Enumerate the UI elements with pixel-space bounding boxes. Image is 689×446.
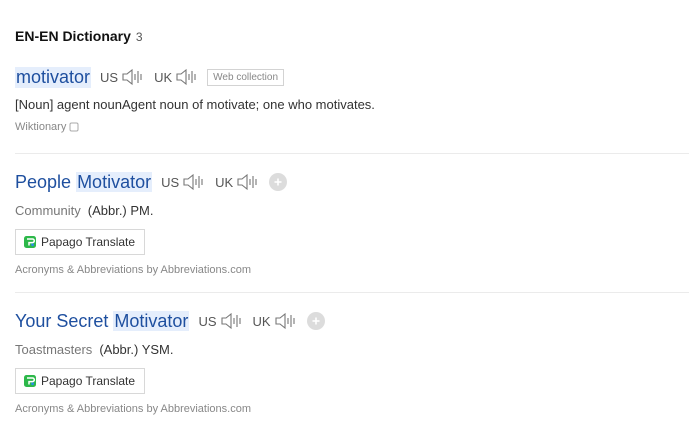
entry-definition: [Noun] agent nounAgent noun of motivate;… <box>15 97 375 112</box>
external-link-icon[interactable] <box>69 122 79 132</box>
plus-icon[interactable] <box>269 173 288 191</box>
pron-uk[interactable]: UK <box>154 68 199 86</box>
web-collection-tag: Web collection <box>207 68 285 86</box>
papago-label: Papago Translate <box>41 235 136 249</box>
abbr-row: Community (Abbr.) PM. <box>15 203 689 218</box>
papago-icon <box>24 236 36 248</box>
dictionary-entry: Your Secret Motivator US UK Toastmasters… <box>15 309 689 415</box>
entry-word-link[interactable]: Your Secret Motivator <box>15 310 190 332</box>
entry-head: Your Secret Motivator US UK <box>15 309 689 333</box>
abbr-community: Toastmasters <box>15 342 93 357</box>
section-count: 3 <box>135 30 143 44</box>
speaker-icon[interactable] <box>236 173 260 191</box>
pron-uk[interactable]: UK <box>253 312 298 330</box>
entry-head: motivator US UK Web collection <box>15 65 689 89</box>
pron-uk[interactable]: UK <box>215 173 260 191</box>
entry-word-highlight: Motivator <box>76 171 153 192</box>
attribution-link[interactable]: Acronyms & Abbreviations by Abbreviation… <box>15 264 689 276</box>
entry-divider <box>15 292 689 293</box>
entry-source[interactable]: Wiktionary <box>15 121 689 133</box>
source-label[interactable]: Wiktionary <box>15 121 66 133</box>
speaker-icon[interactable] <box>220 312 244 330</box>
entry-word-link[interactable]: People Motivator <box>15 171 153 193</box>
entry-divider <box>15 153 689 154</box>
plus-icon[interactable] <box>306 312 325 330</box>
speaker-icon[interactable] <box>121 68 145 86</box>
entry-word-link[interactable]: motivator <box>15 66 92 88</box>
abbr-community: Community <box>15 203 81 218</box>
speaker-icon[interactable] <box>182 173 206 191</box>
dictionary-entry: People Motivator US UK Community (Abbr.)… <box>15 170 689 276</box>
section-title: EN-EN Dictionary <box>15 28 131 44</box>
dictionary-entry: motivator US UK Web collection [Noun] ag… <box>15 65 689 133</box>
pron-uk-label: UK <box>252 313 271 329</box>
attribution-link[interactable]: Acronyms & Abbreviations by Abbreviation… <box>15 403 689 415</box>
pron-us[interactable]: US <box>100 68 145 86</box>
speaker-icon[interactable] <box>175 68 199 86</box>
entry-word-prefix: Your Secret <box>15 310 114 331</box>
papago-label: Papago Translate <box>41 374 136 388</box>
abbr-text: (Abbr.) YSM. <box>99 342 174 357</box>
pron-uk-label: UK <box>154 69 173 85</box>
pron-us[interactable]: US <box>198 312 243 330</box>
papago-icon <box>24 375 36 387</box>
entry-word-highlight: Motivator <box>113 310 190 331</box>
pron-us-label: US <box>198 313 217 329</box>
abbr-text: (Abbr.) PM. <box>87 203 154 218</box>
pron-us-label: US <box>161 174 180 190</box>
papago-translate-button[interactable]: Papago Translate <box>15 229 146 255</box>
pron-us-label: US <box>100 69 119 85</box>
abbr-row: Toastmasters (Abbr.) YSM. <box>15 342 689 357</box>
section-header: EN-EN Dictionary 3 <box>15 28 143 44</box>
papago-translate-button[interactable]: Papago Translate <box>15 368 146 394</box>
pron-us[interactable]: US <box>161 173 206 191</box>
entry-head: People Motivator US UK <box>15 170 689 194</box>
speaker-icon[interactable] <box>274 312 298 330</box>
entry-word-prefix: People <box>15 171 77 192</box>
pron-uk-label: UK <box>215 174 234 190</box>
